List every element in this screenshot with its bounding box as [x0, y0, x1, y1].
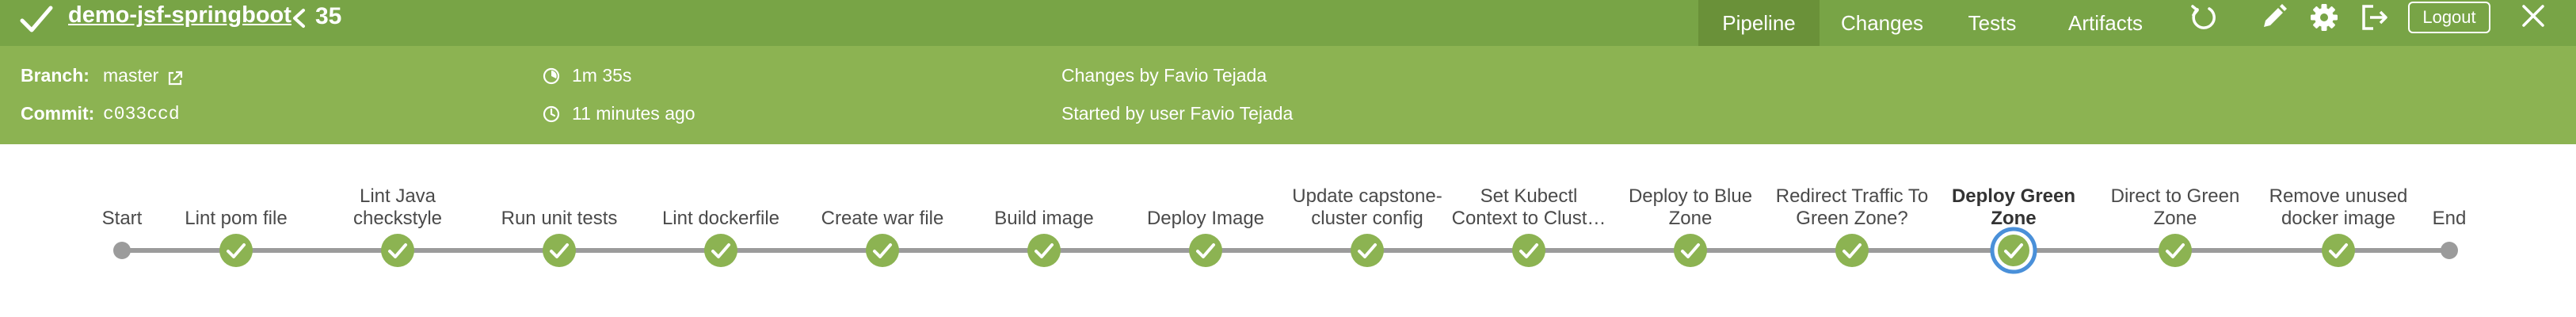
stage-node[interactable]: [381, 234, 414, 267]
close-icon[interactable]: [2516, 2, 2551, 33]
external-link-icon[interactable]: [166, 70, 184, 87]
stage-node[interactable]: [1027, 234, 1061, 267]
stage-terminal-node[interactable]: [113, 242, 131, 259]
stage-node[interactable]: [1835, 234, 1869, 267]
stage-node[interactable]: [219, 234, 253, 267]
stage-label[interactable]: Build image: [965, 179, 1123, 230]
run-number: 35: [315, 3, 342, 29]
tab-changes[interactable]: Changes: [1831, 0, 1933, 46]
tab-artifacts[interactable]: Artifacts: [2053, 0, 2158, 46]
stage-node[interactable]: [1512, 234, 1545, 267]
run-details-bar: Branch: master Commit: c033ccd 1m 35s 11…: [0, 46, 2576, 144]
success-check-icon: [20, 6, 53, 32]
duration-value: 1m 35s: [572, 65, 632, 86]
stage-label[interactable]: Direct to Green Zone: [2096, 179, 2254, 230]
stage-label[interactable]: Deploy Image: [1126, 179, 1285, 230]
pipeline-graph-canvas: [113, 227, 2458, 274]
logout-button[interactable]: Logout: [2408, 2, 2490, 33]
stage-label[interactable]: Redirect Traffic To Green Zone?: [1773, 179, 1931, 230]
stage-label[interactable]: Create war file: [803, 179, 962, 230]
stage-label[interactable]: Lint pom file: [157, 179, 315, 230]
stage-terminal-node[interactable]: [2441, 242, 2458, 259]
stage-node[interactable]: [2159, 234, 2192, 267]
stage-node[interactable]: [866, 234, 899, 267]
stage-node[interactable]: [1674, 234, 1707, 267]
stage-label[interactable]: Deploy Green Zone: [1934, 179, 2093, 230]
pipeline-graph: Start Lint pom file Lint Java checkstyle Ru…: [0, 144, 2576, 317]
exit-icon[interactable]: [2357, 2, 2392, 33]
duration-icon: [543, 67, 560, 85]
stage-label[interactable]: Set Kubectl Context to Clust…: [1450, 179, 1608, 230]
started-by: Started by user Favio Tejada: [1061, 103, 1294, 124]
edit-icon[interactable]: [2256, 2, 2291, 33]
stage-node[interactable]: [1351, 234, 1384, 267]
gear-icon[interactable]: [2307, 2, 2342, 33]
branch-value[interactable]: master: [103, 65, 158, 86]
stage-label[interactable]: Run unit tests: [480, 179, 638, 230]
stage-node[interactable]: [543, 234, 576, 267]
clock-icon: [543, 105, 560, 123]
stage-label[interactable]: Lint dockerfile: [642, 179, 800, 230]
changes-by: Changes by Favio Tejada: [1061, 65, 1267, 86]
branch-label: Branch:: [21, 65, 90, 86]
chevron-left-icon[interactable]: [290, 4, 307, 32]
stage-node[interactable]: [1189, 234, 1222, 267]
stage-label[interactable]: Deploy to Blue Zone: [1611, 179, 1770, 230]
top-bar: demo-jsf-springboot 35 Pipeline Changes …: [0, 0, 2576, 46]
tab-tests[interactable]: Tests: [1949, 0, 2036, 46]
stage-label[interactable]: End: [2370, 179, 2528, 230]
stage-node[interactable]: [704, 234, 737, 267]
stage-node[interactable]: [2322, 234, 2355, 267]
stage-label[interactable]: Lint Java checkstyle: [318, 179, 477, 230]
rerun-icon[interactable]: [2186, 2, 2221, 33]
stage-node[interactable]: [1990, 227, 2037, 274]
commit-hash[interactable]: c033ccd: [103, 104, 180, 124]
commit-label: Commit:: [21, 103, 95, 124]
time-ago: 11 minutes ago: [572, 103, 695, 124]
tab-pipeline[interactable]: Pipeline: [1698, 0, 1820, 46]
job-name-link[interactable]: demo-jsf-springboot: [68, 2, 292, 29]
stage-label[interactable]: Update capstone-cluster config: [1288, 179, 1446, 230]
